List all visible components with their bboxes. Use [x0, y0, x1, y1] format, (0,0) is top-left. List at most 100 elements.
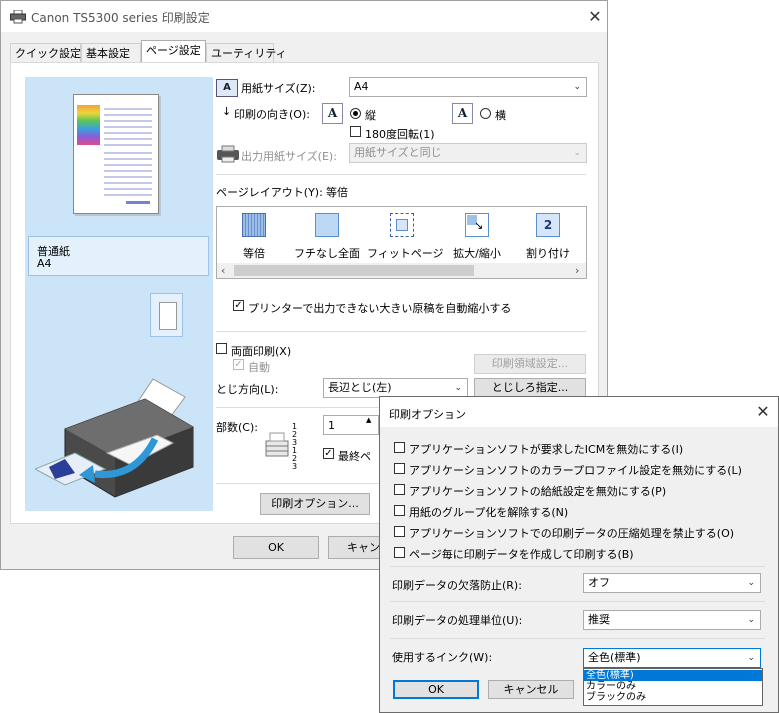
ink-option-all-colors[interactable]: 全色(標準): [584, 670, 762, 681]
layout-item-fit-to-page[interactable]: フィットページ: [367, 213, 444, 261]
scroll-left-icon[interactable]: ‹: [221, 263, 225, 278]
staple-margin-button[interactable]: とじしろ指定...: [474, 378, 586, 398]
chevron-down-icon: ⌄: [573, 148, 581, 158]
page-layout-list[interactable]: 等倍 フチなし全面 フィットページ ↘ 拡大/縮小 2 割り付け ‹ ›: [216, 206, 587, 279]
ink-option-color-only[interactable]: カラーのみ: [584, 681, 762, 692]
portrait-page-icon: [159, 302, 177, 330]
preview-text-lines-icon: [104, 108, 152, 204]
layout-label-scaled: 拡大/縮小: [453, 247, 501, 260]
orientation-label: 印刷の向き(O):: [234, 108, 310, 121]
rotate-180-label: 180度回転(1): [365, 128, 435, 141]
tab-maintenance[interactable]: ユーティリティ: [206, 43, 287, 63]
copies-label: 部数(C):: [216, 421, 258, 434]
ink-label: 使用するインク(W):: [392, 651, 493, 664]
close-icon[interactable]: ✕: [753, 402, 773, 422]
printer-illustration-icon: [35, 378, 194, 498]
rotate-180-checkbox[interactable]: [350, 126, 361, 137]
option-checkbox-color-profile[interactable]: [394, 463, 405, 474]
option-checkbox-no-compression[interactable]: [394, 526, 405, 537]
scaled-icon: ↘: [465, 213, 489, 237]
copies-value: 1: [328, 419, 335, 432]
page-layout-current: 等倍: [326, 186, 348, 199]
ok-button[interactable]: OK: [233, 536, 319, 559]
chevron-down-icon: ⌄: [747, 653, 755, 663]
landscape-radio[interactable]: [480, 108, 491, 119]
paper-size-select[interactable]: A4 ⌄: [349, 77, 587, 97]
output-paper-size-label: 出力用紙サイズ(E):: [241, 150, 337, 163]
dropout-prevention-label: 印刷データの欠落防止(R):: [392, 579, 522, 592]
page-preview: [73, 94, 159, 214]
divider: [216, 174, 586, 175]
dropout-prevention-select[interactable]: オフ ⌄: [583, 573, 761, 593]
divider: [390, 601, 765, 602]
layout-item-normal[interactable]: 等倍: [219, 213, 289, 261]
tab-page-setup[interactable]: ページ設定: [141, 40, 206, 63]
binding-label: とじ方向(L):: [216, 383, 279, 396]
dialog-ok-button[interactable]: OK: [393, 680, 479, 699]
chevron-down-icon: ⌄: [747, 578, 755, 588]
layout-item-borderless[interactable]: フチなし全面: [292, 213, 362, 261]
scrollbar-thumb[interactable]: [234, 265, 474, 276]
duplex-auto-checkbox[interactable]: ✓: [233, 359, 244, 370]
orientation-arrow-icon: ↓: [222, 105, 232, 118]
option-checkbox-paper-source[interactable]: [394, 484, 405, 495]
tab-quick-setup[interactable]: クイック設定: [10, 43, 81, 63]
layout-label-fit-to-page: フィットページ: [367, 247, 444, 260]
paper-orientation-button[interactable]: [150, 293, 183, 337]
window-title: Canon TS5300 series 印刷設定: [31, 11, 210, 25]
output-paper-size-value: 用紙サイズと同じ: [354, 146, 442, 159]
option-label-ungroup-paper: 用紙のグループ化を解除する(N): [409, 506, 569, 519]
ink-select[interactable]: 全色(標準) ⌄: [583, 648, 761, 668]
processing-unit-label: 印刷データの処理単位(U):: [392, 614, 523, 627]
option-checkbox-icm[interactable]: [394, 442, 405, 453]
layout-item-scaled[interactable]: ↘ 拡大/縮小: [442, 213, 512, 261]
option-label-no-compression: アプリケーションソフトでの印刷データの圧縮処理を禁止する(O): [409, 527, 735, 540]
duplex-checkbox[interactable]: [216, 343, 227, 354]
divider: [390, 566, 765, 567]
chevron-down-icon: ⌄: [454, 383, 462, 393]
auto-reduce-checkbox[interactable]: ✓: [233, 300, 244, 311]
print-options-button[interactable]: 印刷オプション...: [260, 493, 370, 515]
ink-value: 全色(標準): [588, 651, 641, 664]
fit-to-page-icon: [390, 213, 414, 237]
chevron-down-icon: ⌄: [747, 615, 755, 625]
ink-option-black-only[interactable]: ブラックのみ: [584, 692, 762, 703]
portrait-a-icon: A: [322, 103, 343, 124]
print-options-dialog: 印刷オプション ✕ アプリケーションソフトが要求したICMを無効にする(I) ア…: [379, 396, 779, 713]
processing-unit-select[interactable]: 推奨 ⌄: [583, 610, 761, 630]
processing-unit-value: 推奨: [588, 613, 610, 626]
dialog-cancel-button[interactable]: キャンセル: [488, 680, 574, 699]
landscape-a-icon: A: [452, 103, 473, 124]
borderless-icon: [315, 213, 339, 237]
collate-checkbox[interactable]: ✓: [323, 448, 334, 459]
paper-info-box: 普通紙 A4: [28, 236, 209, 276]
print-area-button[interactable]: 印刷領域設定...: [474, 354, 586, 374]
ink-dropdown-list[interactable]: 全色(標準) カラーのみ ブラックのみ: [583, 668, 763, 706]
horizontal-scrollbar[interactable]: ‹ ›: [217, 263, 586, 278]
copies-spinner[interactable]: 1 ▲: [323, 415, 379, 435]
option-label-per-page: ページ毎に印刷データを作成して印刷する(B): [409, 548, 634, 561]
output-paper-size-select[interactable]: 用紙サイズと同じ ⌄: [349, 143, 587, 163]
layout-item-page-layout[interactable]: 2 割り付け: [513, 213, 583, 261]
tab-main[interactable]: 基本設定: [81, 43, 141, 63]
collate-stack-icon: [264, 427, 292, 457]
binding-select[interactable]: 長辺とじ(左) ⌄: [323, 378, 468, 398]
output-printer-icon: [216, 145, 240, 163]
close-icon[interactable]: ✕: [585, 7, 605, 27]
title-bar[interactable]: Canon TS5300 series 印刷設定 ✕: [1, 1, 607, 32]
option-checkbox-per-page[interactable]: [394, 547, 405, 558]
binding-value: 長辺とじ(左): [328, 381, 392, 394]
dialog-title: 印刷オプション: [389, 408, 466, 421]
option-checkbox-ungroup-paper[interactable]: [394, 505, 405, 516]
dialog-title-bar[interactable]: 印刷オプション ✕: [380, 397, 778, 427]
layout-label-borderless: フチなし全面: [294, 247, 360, 260]
scroll-right-icon[interactable]: ›: [575, 263, 579, 278]
option-label-paper-source: アプリケーションソフトの給紙設定を無効にする(P): [409, 485, 667, 498]
page-layout-label: ページレイアウト(Y):: [216, 186, 323, 199]
portrait-radio[interactable]: [350, 108, 361, 119]
layout-label-normal: 等倍: [243, 247, 265, 260]
landscape-label: 横: [495, 109, 506, 122]
spinner-up-icon[interactable]: ▲: [366, 416, 371, 425]
duplex-auto-label: 自動: [248, 361, 270, 374]
auto-reduce-label: プリンターで出力できない大きい原稿を自動縮小する: [248, 302, 512, 315]
